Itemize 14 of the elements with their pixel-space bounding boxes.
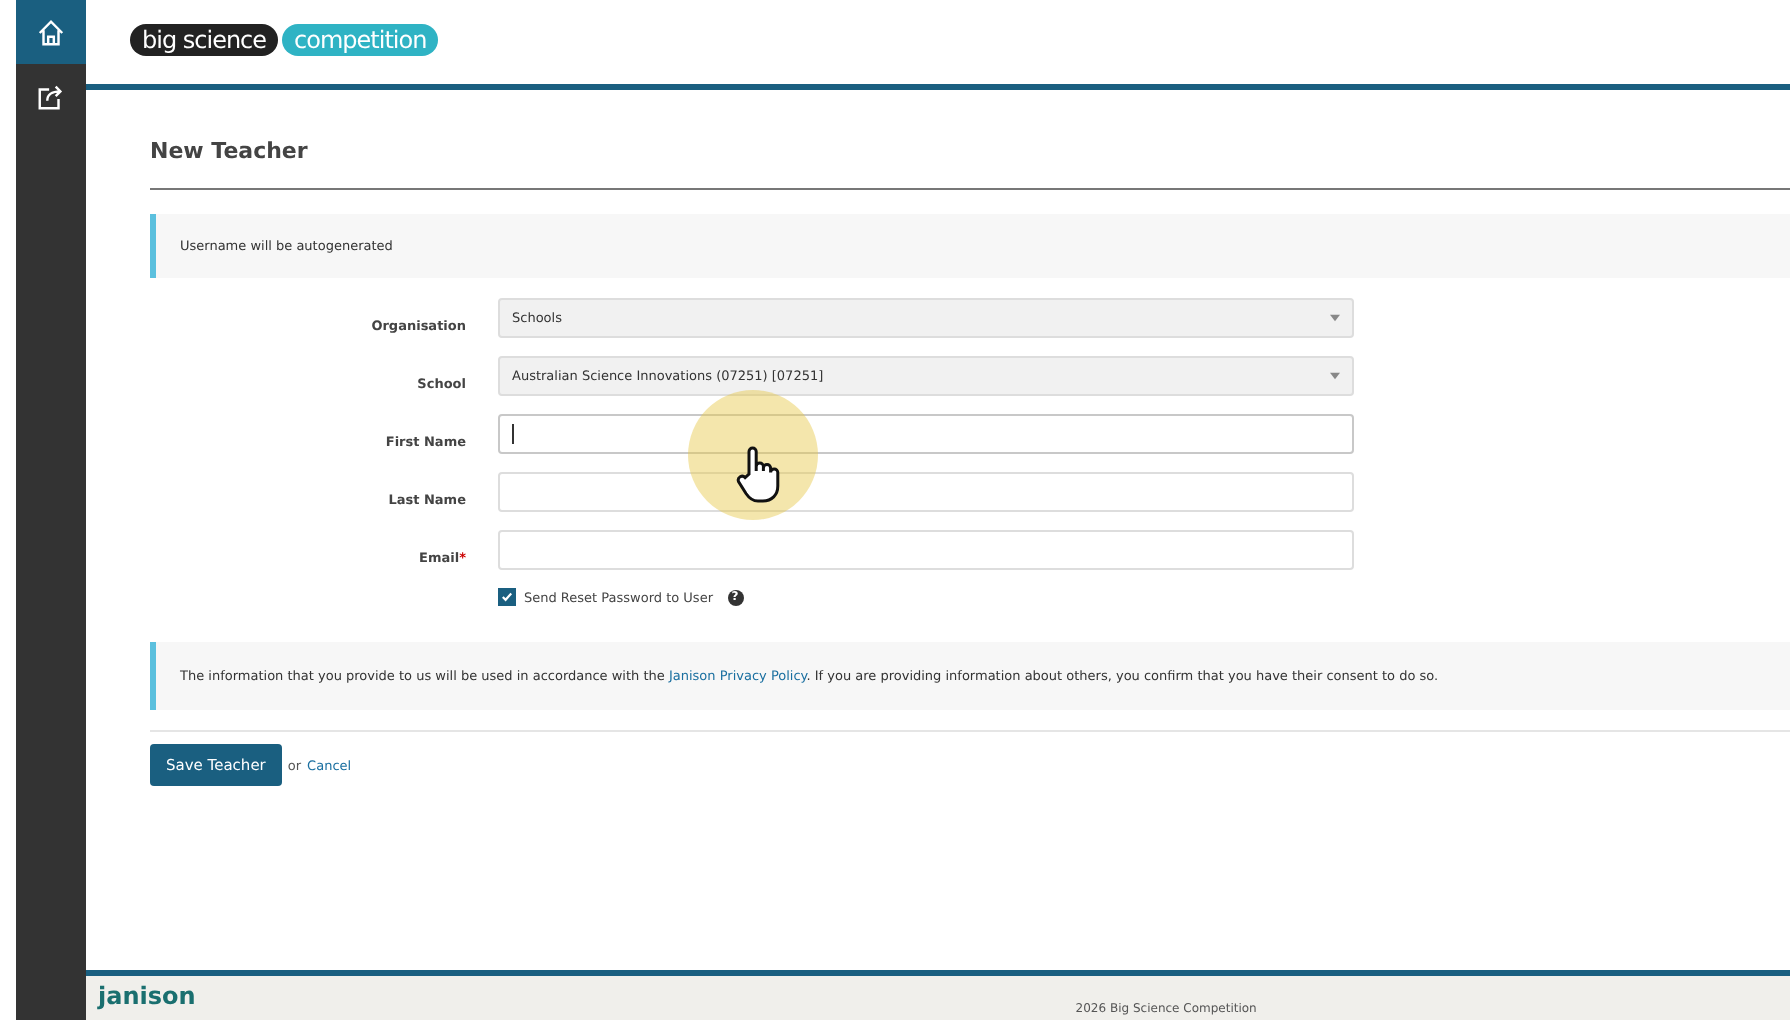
home-icon [36,17,66,47]
checkbox[interactable] [498,588,516,606]
text-input[interactable] [498,414,1354,454]
page-title: New Teacher [150,90,1790,190]
footer-logo: janison [98,982,196,1010]
caret-icon [1330,372,1340,380]
hand-cursor-icon [734,444,782,504]
caret-icon [1330,314,1340,322]
share-icon [36,81,66,111]
logo-text: big science [130,24,279,56]
text-input[interactable] [498,530,1354,570]
sidebar-item[interactable] [16,0,86,64]
logo-text: competition [282,24,439,56]
text-input[interactable] [498,472,1354,512]
